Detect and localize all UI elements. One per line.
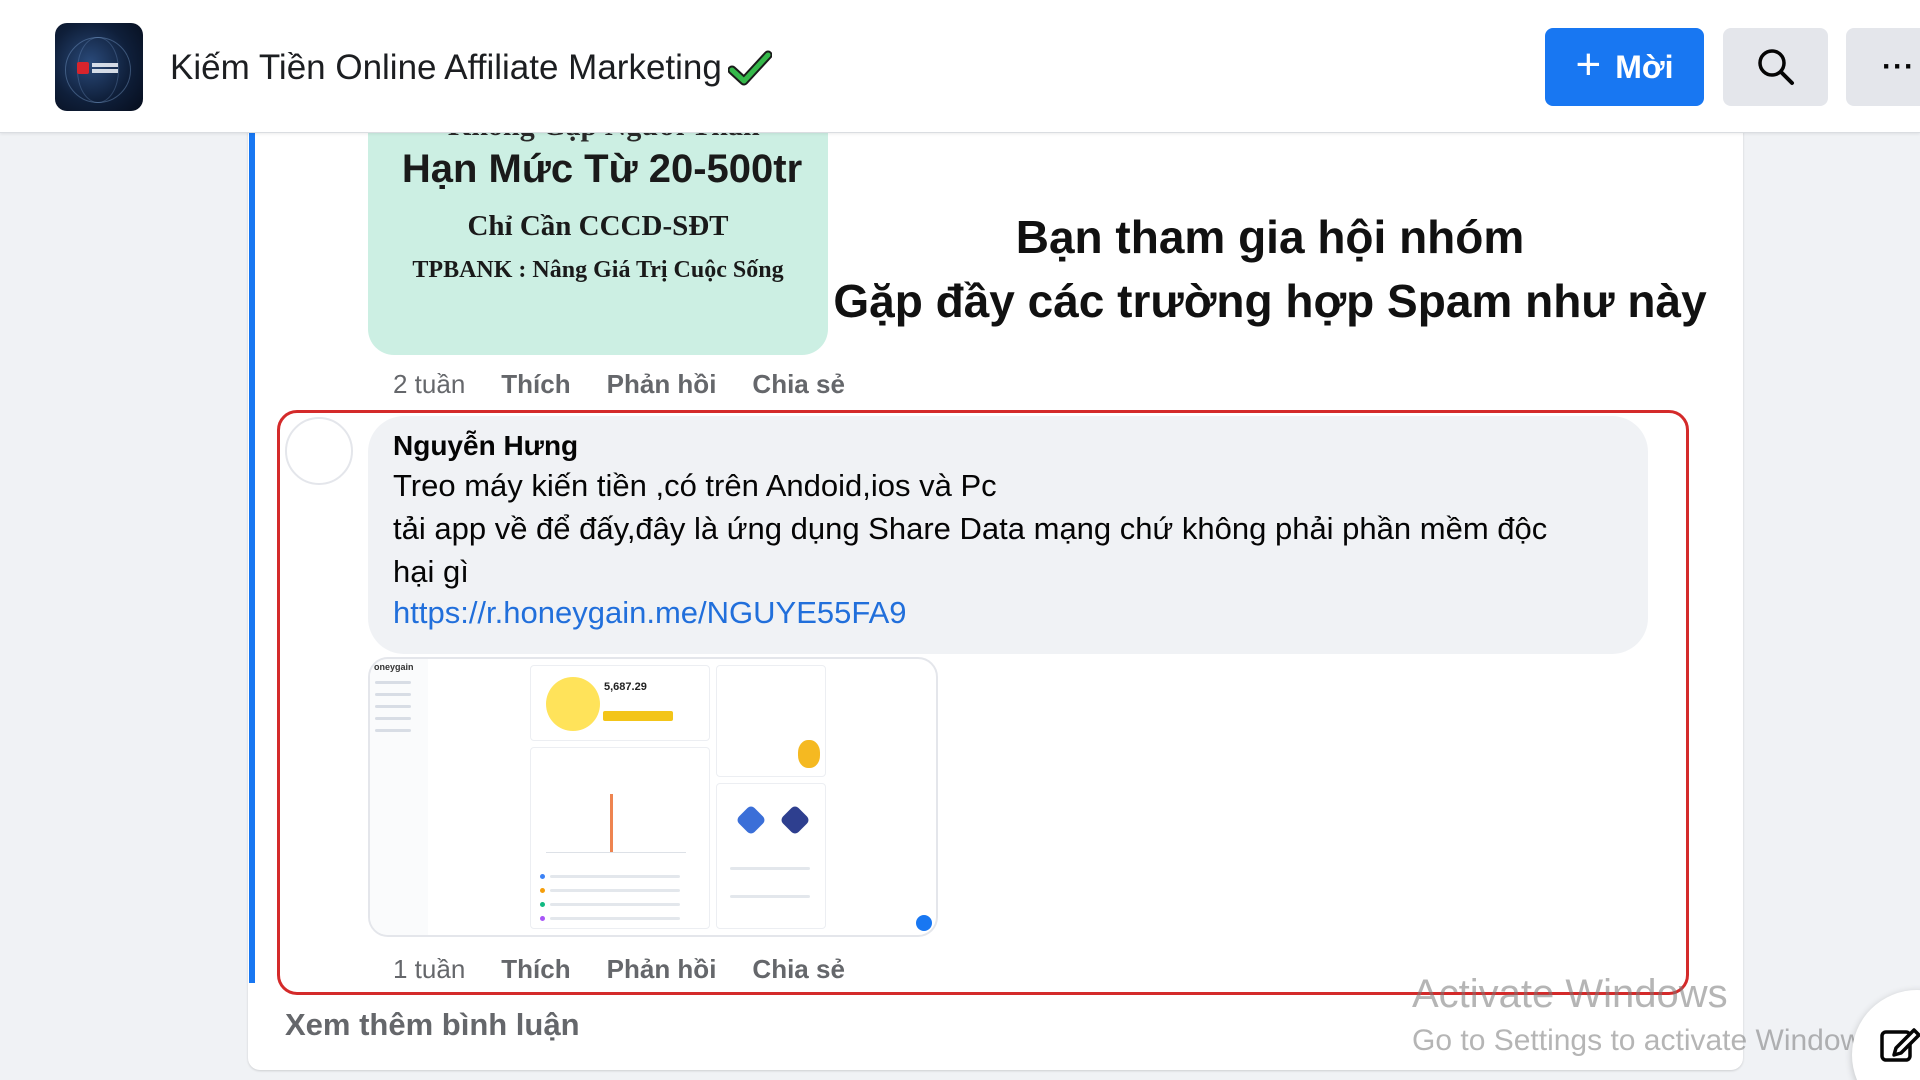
attach-menu-line bbox=[375, 681, 411, 684]
comment-attachment-image[interactable]: oneygain 5,687.29 bbox=[368, 657, 938, 937]
ad-headline: Hạn Mức Từ 20-500tr bbox=[401, 147, 803, 191]
group-header: Kiếm Tiền Online Affiliate Marketing + M… bbox=[0, 0, 1920, 133]
attach-row bbox=[730, 867, 810, 870]
logo-mark-text bbox=[92, 63, 118, 73]
attach-balance: 5,687.29 bbox=[604, 681, 647, 693]
legend-dot bbox=[540, 902, 545, 907]
more-options-button[interactable]: ··· bbox=[1846, 28, 1920, 106]
reply-link[interactable]: Phản hồi bbox=[607, 369, 717, 400]
attach-menu-line bbox=[375, 693, 411, 696]
caption-line-1: Bạn tham gia hội nhóm bbox=[1015, 211, 1525, 263]
logo-mark-red bbox=[77, 62, 89, 74]
comment-text-line-2: tải app về để đấy,đây là ứng dụng Share … bbox=[393, 511, 1548, 546]
comment-timestamp[interactable]: 1 tuần bbox=[393, 954, 465, 985]
group-title[interactable]: Kiếm Tiền Online Affiliate Marketing bbox=[170, 48, 772, 88]
attach-button bbox=[603, 711, 673, 721]
annotation-caption: Bạn tham gia hội nhóm Gặp đầy các trường… bbox=[820, 205, 1720, 333]
share-link[interactable]: Chia sẻ bbox=[752, 954, 845, 985]
attach-brand: oneygain bbox=[374, 662, 414, 672]
like-link[interactable]: Thích bbox=[501, 369, 570, 400]
caption-line-2: Gặp đầy các trường hợp Spam như này bbox=[833, 275, 1707, 327]
search-button[interactable] bbox=[1723, 28, 1828, 106]
avatar[interactable] bbox=[285, 417, 353, 485]
comment-timestamp[interactable]: 2 tuần bbox=[393, 369, 465, 400]
logo-mark bbox=[77, 60, 121, 76]
more-icon: ··· bbox=[1882, 50, 1915, 83]
comment-text-line-1: Treo máy kiến tiền ,có trên Andoid,ios v… bbox=[393, 468, 997, 503]
like-link[interactable]: Thích bbox=[501, 954, 570, 985]
invite-button[interactable]: + Mời bbox=[1545, 28, 1704, 106]
attach-menu-line bbox=[375, 729, 411, 732]
attach-row bbox=[550, 875, 680, 878]
search-icon bbox=[1757, 49, 1794, 85]
attach-sidebar bbox=[370, 659, 428, 935]
ad-subline: Chỉ Cần CCCD-SĐT bbox=[467, 210, 729, 242]
invite-label: Mời bbox=[1615, 48, 1674, 85]
attach-chart-panel bbox=[530, 747, 710, 929]
legend-dot bbox=[540, 916, 545, 921]
attach-menu-line bbox=[375, 717, 411, 720]
loan-ad-image[interactable]: Không Gặp Người Thân Hạn Mức Từ 20-500tr… bbox=[368, 125, 828, 355]
reply-link[interactable]: Phản hồi bbox=[607, 954, 717, 985]
comment-thread-line bbox=[249, 133, 255, 983]
attach-achievements-panel bbox=[716, 783, 826, 929]
see-more-comments-link[interactable]: Xem thêm bình luận bbox=[285, 1007, 580, 1043]
facebook-group-page: Kiếm Tiền Online Affiliate Marketing + M… bbox=[0, 0, 1920, 1080]
new-message-button[interactable] bbox=[1852, 990, 1920, 1080]
attach-row bbox=[730, 895, 810, 898]
legend-dot bbox=[540, 888, 545, 893]
group-logo[interactable] bbox=[55, 23, 143, 111]
legend-dot bbox=[540, 874, 545, 879]
comment-link[interactable]: https://r.honeygain.me/NGUYE55FA9 bbox=[393, 595, 907, 631]
ad-tagline: TPBANK : Nâng Giá Trị Cuộc Sống bbox=[412, 257, 784, 283]
group-title-text: Kiếm Tiền Online Affiliate Marketing bbox=[170, 48, 722, 87]
attach-row bbox=[550, 917, 680, 920]
coin-icon bbox=[546, 677, 600, 731]
attach-scrollbar bbox=[937, 669, 938, 749]
comment-actions: 1 tuần Thích Phản hồi Chia sẻ bbox=[393, 952, 881, 986]
compose-icon bbox=[1880, 1028, 1920, 1062]
prev-comment-actions: 2 tuần Thích Phản hồi Chia sẻ bbox=[393, 367, 881, 401]
attach-row bbox=[550, 903, 680, 906]
check-icon bbox=[727, 50, 772, 86]
bee-icon bbox=[798, 740, 820, 768]
attach-menu-line bbox=[375, 705, 411, 708]
comment-text-line-3: hại gì bbox=[393, 554, 469, 589]
attach-row bbox=[550, 889, 680, 892]
messenger-icon bbox=[916, 915, 932, 931]
share-link[interactable]: Chia sẻ bbox=[752, 369, 845, 400]
attach-chart-spike bbox=[610, 794, 613, 852]
comment-author[interactable]: Nguyễn Hưng bbox=[393, 430, 578, 462]
plus-icon: + bbox=[1575, 40, 1602, 89]
attach-chart-axis bbox=[546, 852, 686, 853]
